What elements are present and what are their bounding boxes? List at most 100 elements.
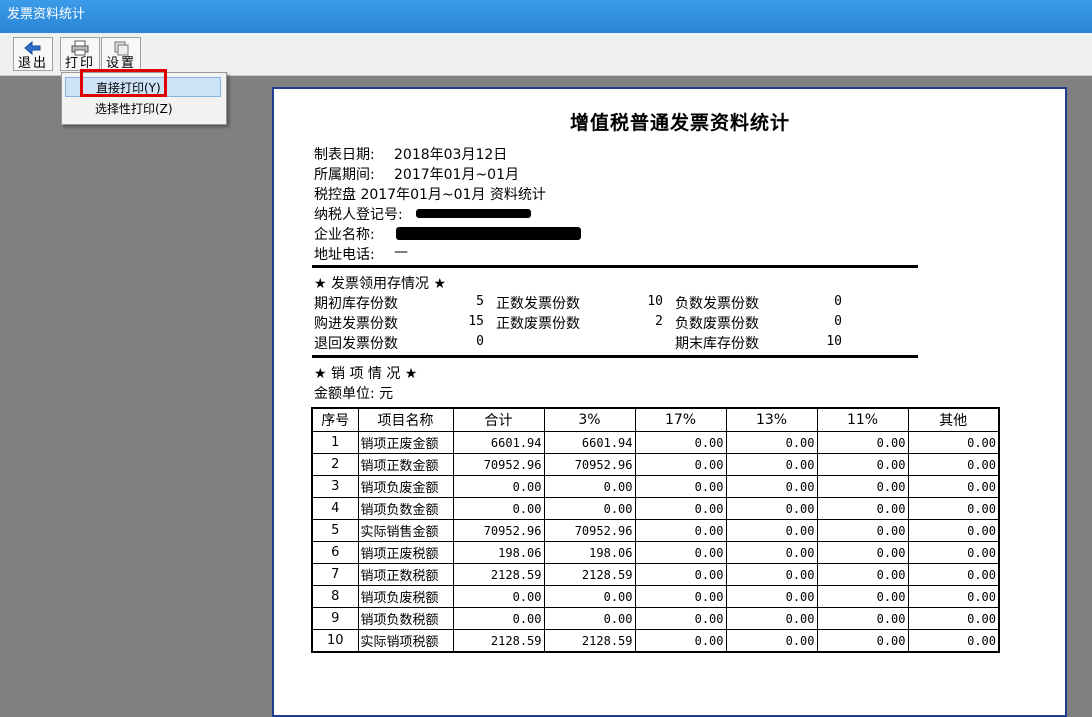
- amount-cell: 0.00: [725, 629, 818, 653]
- amount-cell: 2128.59: [452, 629, 545, 653]
- column-header: 序号: [311, 407, 359, 432]
- item-name: 销项负废金额: [357, 475, 454, 498]
- amount-cell: 0.00: [725, 431, 818, 454]
- disk-line: 税控盘 2017年01月~01月 资料统计: [314, 187, 546, 203]
- amount-cell: 0.00: [725, 497, 818, 520]
- item-name: 实际销售金额: [357, 519, 454, 542]
- menu-item-selective-print[interactable]: 选择性打印(Z): [65, 99, 221, 119]
- amount-cell: 0.00: [634, 585, 727, 608]
- amount-cell: 0.00: [816, 585, 909, 608]
- amount-cell: 0.00: [634, 541, 727, 564]
- column-header: 11%: [816, 407, 909, 432]
- column-header: 13%: [725, 407, 818, 432]
- amount-cell: 0.00: [907, 629, 1000, 653]
- period-value: 2017年01月~01月: [394, 167, 519, 183]
- row-index: 10: [311, 629, 359, 653]
- table-row: 2 销项正数金额 70952.96 70952.96 0.00 0.00 0.00 0.00: [311, 453, 1000, 476]
- amount-cell: 0.00: [907, 607, 1000, 630]
- amount-cell: 0.00: [816, 607, 909, 630]
- row-index: 3: [311, 475, 359, 498]
- sales-table: 序号 项目名称 合计 3% 17% 13% 11% 其他 1 销项正废金额 6601…: [311, 407, 1000, 653]
- amount-cell: 0.00: [816, 497, 909, 520]
- amount-cell: 70952.96: [452, 519, 545, 542]
- settings-icon: [102, 40, 140, 57]
- taxpayer-label: 纳税人登记号:: [314, 207, 403, 223]
- amount-cell: 0.00: [816, 563, 909, 586]
- taxpayer-redaction: [416, 209, 531, 218]
- amount-cell: 0.00: [725, 607, 818, 630]
- row-index: 7: [311, 563, 359, 586]
- amount-cell: 70952.96: [543, 519, 636, 542]
- divider: [312, 355, 918, 358]
- inventory-value: 10: [647, 294, 663, 309]
- amount-cell: 0.00: [907, 563, 1000, 586]
- inventory-label: 正数废票份数: [496, 316, 580, 332]
- amount-cell: 0.00: [725, 563, 818, 586]
- item-name: 销项正数金额: [357, 453, 454, 476]
- amount-cell: 0.00: [452, 585, 545, 608]
- period-label: 所属期间:: [314, 167, 375, 183]
- highlight-box: [80, 69, 167, 97]
- amount-cell: 198.06: [543, 541, 636, 564]
- amount-cell: 0.00: [907, 519, 1000, 542]
- date-value: 2018年03月12日: [394, 147, 508, 163]
- row-index: 8: [311, 585, 359, 608]
- amount-unit: 金额单位: 元: [314, 386, 394, 402]
- inventory-value: 15: [468, 314, 484, 329]
- exit-label: 退出: [17, 56, 48, 71]
- amount-cell: 0.00: [816, 453, 909, 476]
- item-name: 实际销项税额: [357, 629, 454, 653]
- amount-cell: 0.00: [816, 431, 909, 454]
- print-button[interactable]: 打印: [60, 37, 100, 71]
- amount-cell: 0.00: [725, 519, 818, 542]
- address-value: —: [394, 244, 408, 260]
- amount-cell: 0.00: [634, 563, 727, 586]
- column-header: 项目名称: [357, 407, 454, 432]
- amount-cell: 0.00: [725, 541, 818, 564]
- amount-cell: 6601.94: [543, 431, 636, 454]
- settings-button[interactable]: 设置: [101, 37, 141, 71]
- amount-cell: 0.00: [907, 585, 1000, 608]
- report-page: 增值税普通发票资料统计 制表日期: 2018年03月12日 所属期间: 2017…: [272, 87, 1067, 717]
- inventory-label: 负数发票份数: [675, 296, 759, 312]
- row-index: 2: [311, 453, 359, 476]
- amount-cell: 0.00: [816, 541, 909, 564]
- amount-cell: 0.00: [907, 453, 1000, 476]
- amount-cell: 2128.59: [452, 563, 545, 586]
- address-label: 地址电话:: [314, 247, 375, 263]
- exit-button[interactable]: 退出: [13, 37, 53, 71]
- amount-cell: 0.00: [816, 475, 909, 498]
- table-row: 5 实际销售金额 70952.96 70952.96 0.00 0.00 0.00 0.00: [311, 519, 1000, 542]
- sales-table-body: 1 销项正废金额 6601.94 6601.94 0.00 0.00 0.00 0.00 2 销项…: [311, 431, 1000, 653]
- inventory-value: 5: [476, 294, 484, 309]
- window-title: 发票资料统计: [7, 7, 86, 22]
- amount-cell: 0.00: [907, 497, 1000, 520]
- table-row: 4 销项负数金额 0.00 0.00 0.00 0.00 0.00 0.00: [311, 497, 1000, 520]
- amount-cell: 70952.96: [543, 453, 636, 476]
- inventory-value: 0: [834, 294, 842, 309]
- inventory-value: 2: [655, 314, 663, 329]
- table-row: 9 销项负数税额 0.00 0.00 0.00 0.00 0.00 0.00: [311, 607, 1000, 630]
- amount-cell: 0.00: [634, 453, 727, 476]
- back-arrow-icon: [14, 40, 52, 57]
- table-row: 8 销项负废税额 0.00 0.00 0.00 0.00 0.00 0.00: [311, 585, 1000, 608]
- amount-cell: 0.00: [725, 475, 818, 498]
- item-name: 销项正数税额: [357, 563, 454, 586]
- divider: [312, 265, 918, 268]
- date-label: 制表日期:: [314, 147, 375, 163]
- column-header: 合计: [452, 407, 545, 432]
- inventory-label: 期末库存份数: [675, 336, 759, 352]
- amount-cell: 0.00: [543, 475, 636, 498]
- table-row: 6 销项正废税额 198.06 198.06 0.00 0.00 0.00 0.00: [311, 541, 1000, 564]
- report-title: 增值税普通发票资料统计: [570, 112, 791, 134]
- amount-cell: 2128.59: [543, 563, 636, 586]
- printer-icon: [61, 40, 99, 57]
- row-index: 9: [311, 607, 359, 630]
- inventory-label: 正数发票份数: [496, 296, 580, 312]
- item-name: 销项正废金额: [357, 431, 454, 454]
- inventory-label: 退回发票份数: [314, 336, 398, 352]
- amount-cell: 0.00: [725, 453, 818, 476]
- column-header: 17%: [634, 407, 727, 432]
- inventory-value: 0: [834, 314, 842, 329]
- item-name: 销项负废税额: [357, 585, 454, 608]
